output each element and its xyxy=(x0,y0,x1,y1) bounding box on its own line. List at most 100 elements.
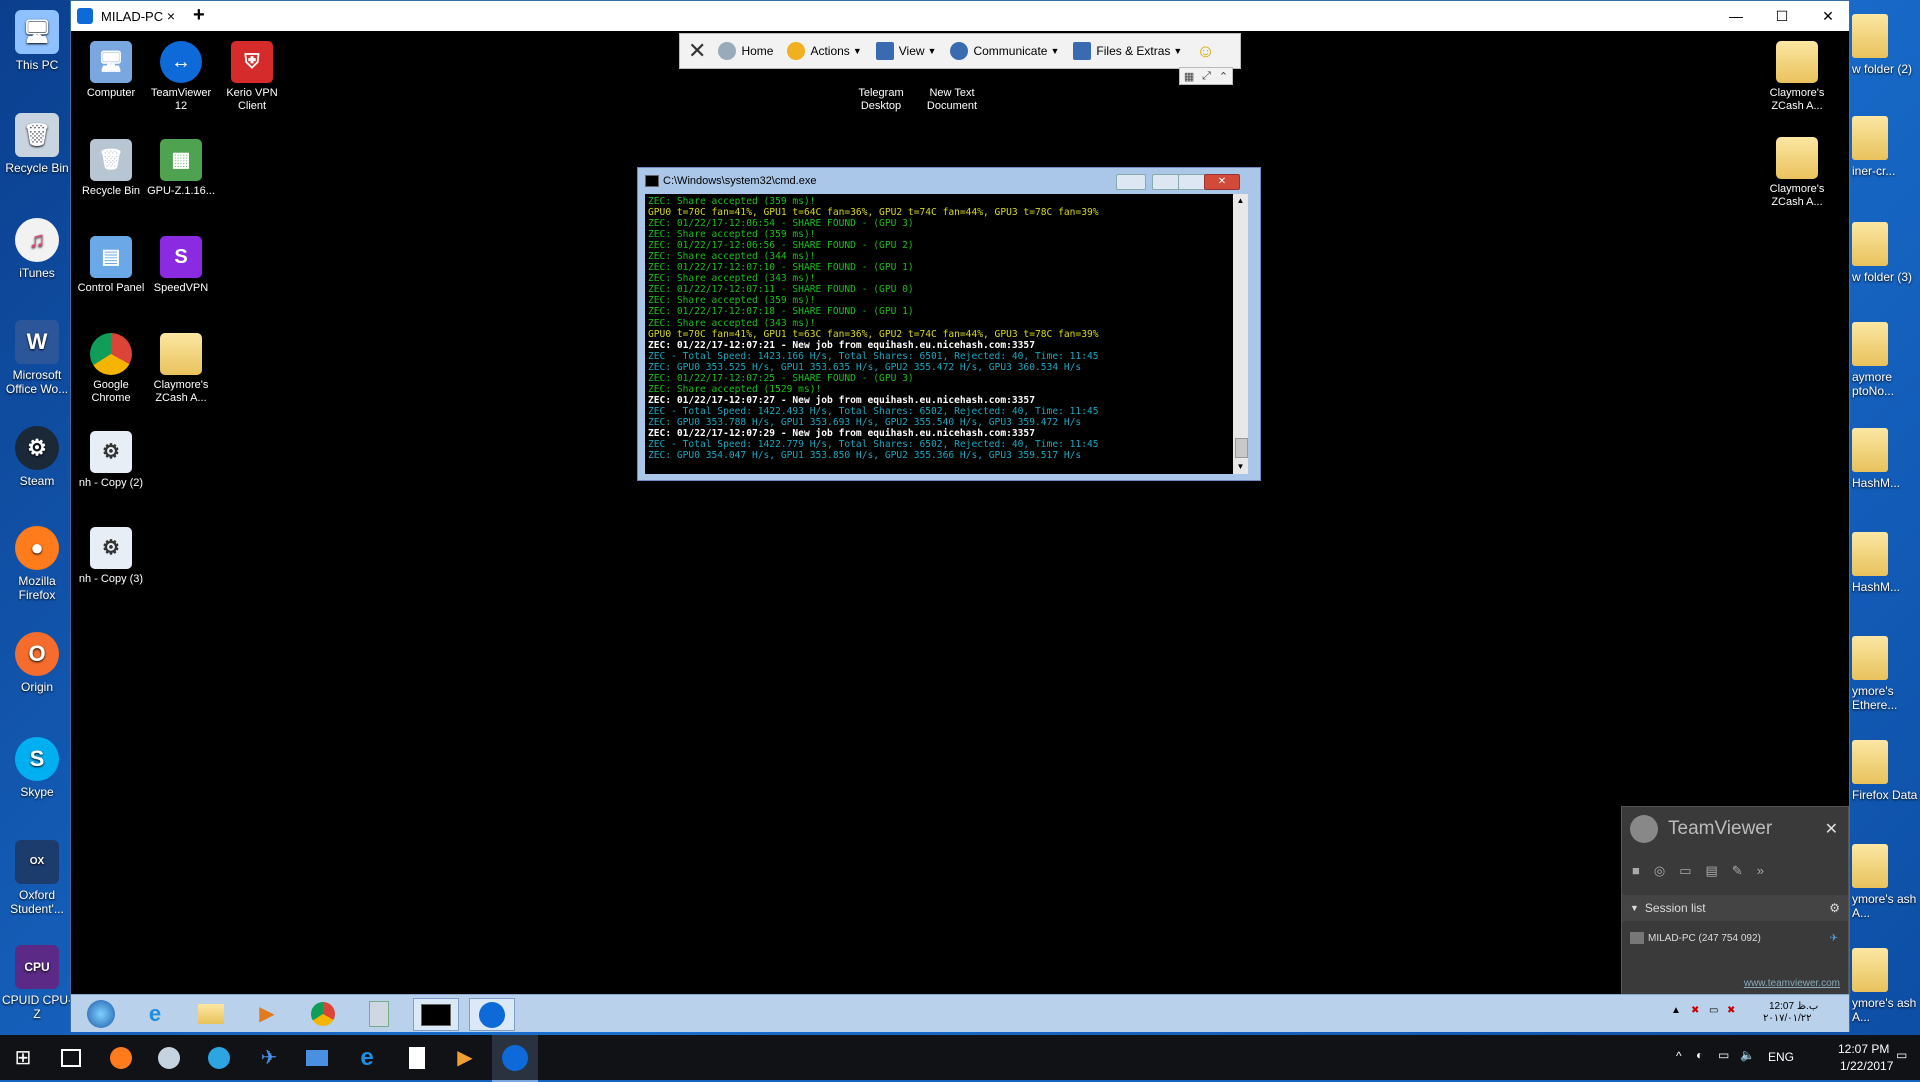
scroll-thumb[interactable] xyxy=(1235,438,1248,458)
tools-icon[interactable]: ✎ xyxy=(1732,863,1757,878)
toolbar-mini-controls[interactable]: ▦ ⤢ ⌃ xyxy=(1179,67,1233,85)
remote-icon-nh-copy-2[interactable]: ⚙ nh - Copy (2) xyxy=(75,431,147,490)
minimize-button[interactable]: — xyxy=(1713,1,1759,31)
toolbar-home[interactable]: Home xyxy=(718,42,773,60)
remote-taskbar-ie[interactable]: e xyxy=(133,998,177,1029)
taskbar-calculator[interactable] xyxy=(394,1035,440,1080)
remote-taskbar-cmd[interactable] xyxy=(413,998,459,1031)
remote-taskbar-calculator[interactable] xyxy=(357,998,401,1029)
desktop-icon-right-2[interactable]: w folder (3) xyxy=(1852,222,1920,284)
taskbar-firefox[interactable] xyxy=(98,1035,144,1080)
desktop-icon-right-9[interactable]: ymore's ash A... xyxy=(1852,948,1920,1024)
desktop-icon-skype[interactable]: S Skype xyxy=(1,737,73,799)
remote-icon-claymore-zcash-r1[interactable]: Claymore's ZCash A... xyxy=(1761,41,1833,113)
language-indicator[interactable]: ENG xyxy=(1768,1050,1794,1064)
desktop-icon-this-pc[interactable]: 🖥 This PC xyxy=(1,10,73,72)
scroll-down-icon[interactable]: ▼ xyxy=(1233,460,1248,474)
remote-taskbar-teamviewer[interactable] xyxy=(469,998,515,1031)
display-icon[interactable]: ▭ xyxy=(1709,1005,1718,1016)
start-button[interactable]: ⊞ xyxy=(0,1035,46,1080)
remote-icon-telegram[interactable]: Telegram Desktop xyxy=(845,69,917,113)
remote-icon-kerio-vpn[interactable]: ⛨ Kerio VPN Client xyxy=(216,41,288,113)
desktop-icon-right-5[interactable]: HashM... xyxy=(1852,532,1920,594)
smiley-icon[interactable]: ☺ xyxy=(1196,41,1214,62)
remote-icon-chrome[interactable]: Google Chrome xyxy=(75,333,147,405)
remote-icon-new-text-document[interactable]: New Text Document xyxy=(916,69,988,113)
task-view-button[interactable] xyxy=(48,1035,94,1080)
taskbar-teamviewer[interactable] xyxy=(492,1035,538,1082)
taskbar-steam[interactable] xyxy=(146,1035,192,1080)
network-icon[interactable]: ▭ xyxy=(1718,1048,1729,1062)
desktop-icon-right-1[interactable]: iner-cr... xyxy=(1852,116,1920,178)
taskbar-ie[interactable]: e xyxy=(344,1035,390,1080)
new-tab-button[interactable]: + xyxy=(193,4,205,27)
headset-icon[interactable]: ◎ xyxy=(1654,863,1679,878)
desktop-icon-right-8[interactable]: ymore's ash A... xyxy=(1852,844,1920,920)
maximize-button[interactable]: ☐ xyxy=(1759,1,1805,31)
tab-milad-pc[interactable]: MILAD-PC × xyxy=(71,1,181,31)
volume-icon[interactable]: 🔈 xyxy=(1740,1048,1755,1062)
remote-icon-recycle-bin[interactable]: 🗑 Recycle Bin xyxy=(75,139,147,198)
remote-taskbar-media[interactable]: ▶ xyxy=(245,998,289,1029)
cmd-minimize-button[interactable] xyxy=(1152,174,1180,190)
remote-clock-time[interactable]: 12:07 ب.ظ xyxy=(1769,1001,1818,1012)
desktop-icon-right-3[interactable]: aymore ptoNo... xyxy=(1852,322,1920,398)
taskbar-media-player[interactable]: ▶ xyxy=(442,1035,488,1080)
show-hidden-icons[interactable]: ^ xyxy=(1676,1049,1682,1063)
cmd-close-button[interactable]: ✕ xyxy=(1204,174,1240,190)
notification-center-icon[interactable]: ▭ xyxy=(1896,1048,1907,1062)
remote-icon-nh-copy-3[interactable]: ⚙ nh - Copy (3) xyxy=(75,527,147,586)
cmd-window[interactable]: C:\Windows\system32\cmd.exe ✕ ZEC: Share… xyxy=(637,167,1261,481)
network-error-icon[interactable]: ✖ xyxy=(1691,1005,1699,1016)
taskbar-telegram[interactable] xyxy=(196,1035,242,1080)
desktop-icon-firefox[interactable]: ● Mozilla Firefox xyxy=(1,526,73,602)
toolbar-actions[interactable]: Actions ▼ xyxy=(787,42,862,60)
tab-close-icon[interactable]: × xyxy=(167,8,175,24)
desktop-icon-origin[interactable]: O Origin xyxy=(1,632,73,694)
desktop-icon-recycle-bin[interactable]: 🗑 Recycle Bin xyxy=(1,113,73,175)
toolbar-files-extras[interactable]: Files & Extras ▼ xyxy=(1073,42,1182,60)
desktop-icon-oxford[interactable]: OX Oxford Student'... xyxy=(1,840,73,916)
show-hidden-icon[interactable]: ▲ xyxy=(1671,1005,1681,1016)
desktop-icon-itunes[interactable]: ♫ iTunes xyxy=(1,218,73,280)
more-icon[interactable]: » xyxy=(1757,863,1778,878)
tray-app-icon[interactable]: ◐ xyxy=(1696,1048,1703,1062)
taskbar-app-blue[interactable]: ✈ xyxy=(246,1035,292,1080)
clock-time[interactable]: 12:07 PM xyxy=(1838,1042,1889,1056)
clipboard-icon[interactable]: ▤ xyxy=(1706,863,1732,878)
video-icon[interactable]: ■ xyxy=(1632,863,1654,878)
remote-clock-date[interactable]: ۲۰۱۷/۰۱/۲۲ xyxy=(1763,1013,1812,1024)
toolbar-communicate[interactable]: Communicate ▼ xyxy=(950,42,1059,60)
scroll-up-icon[interactable]: ▲ xyxy=(1233,194,1248,208)
desktop-icon-word[interactable]: W Microsoft Office Wo... xyxy=(1,320,73,396)
taskbar-app-window[interactable] xyxy=(294,1035,340,1080)
desktop-icon-cpuz[interactable]: CPU CPUID CPU-Z xyxy=(1,945,73,1021)
pin-icon[interactable]: ✈ xyxy=(1830,933,1838,944)
desktop-icon-steam[interactable]: ⚙ Steam xyxy=(1,426,73,488)
desktop-icon-right-6[interactable]: ymore's Ethere... xyxy=(1852,636,1920,712)
remote-icon-teamviewer[interactable]: ↔ TeamViewer 12 xyxy=(145,41,217,113)
desktop-icon-right-7[interactable]: Firefox Data xyxy=(1852,740,1920,802)
cmd-scrollbar[interactable]: ▲ ▼ xyxy=(1233,194,1248,474)
clock-date[interactable]: 1/22/2017 xyxy=(1840,1059,1893,1073)
expand-icon[interactable]: ⤢ xyxy=(1202,70,1211,83)
chat-icon[interactable]: ▭ xyxy=(1679,863,1705,878)
gear-icon[interactable]: ⚙ xyxy=(1829,901,1840,915)
remote-taskbar-explorer[interactable] xyxy=(189,998,233,1029)
remote-icon-computer[interactable]: 🖥 Computer xyxy=(75,41,147,100)
desktop-icon-right-0[interactable]: w folder (2) xyxy=(1852,14,1920,76)
remote-icon-gpuz[interactable]: ▦ GPU-Z.1.16... xyxy=(145,139,217,198)
volume-muted-icon[interactable]: ✖ xyxy=(1727,1005,1735,1016)
teamviewer-link[interactable]: www.teamviewer.com xyxy=(1744,978,1840,989)
remote-taskbar-chrome[interactable] xyxy=(301,998,345,1029)
remote-icon-claymore-zcash-r2[interactable]: Claymore's ZCash A... xyxy=(1761,137,1833,209)
remote-icon-claymore-zcash[interactable]: Claymore's ZCash A... xyxy=(145,333,217,405)
close-button[interactable]: ✕ xyxy=(1805,1,1851,31)
grid-icon[interactable]: ▦ xyxy=(1184,70,1194,83)
restore-icon[interactable] xyxy=(1116,174,1146,190)
session-entry[interactable]: MILAD-PC (247 754 092) ✈ xyxy=(1622,927,1848,949)
panel-close-icon[interactable]: ✕ xyxy=(1825,819,1838,839)
remote-icon-control-panel[interactable]: ▤ Control Panel xyxy=(75,236,147,295)
remote-icon-speedvpn[interactable]: S SpeedVPN xyxy=(145,236,217,295)
remote-desktop[interactable]: 🖥 Computer ↔ TeamViewer 12 ⛨ Kerio VPN Clie… xyxy=(71,31,1849,1032)
